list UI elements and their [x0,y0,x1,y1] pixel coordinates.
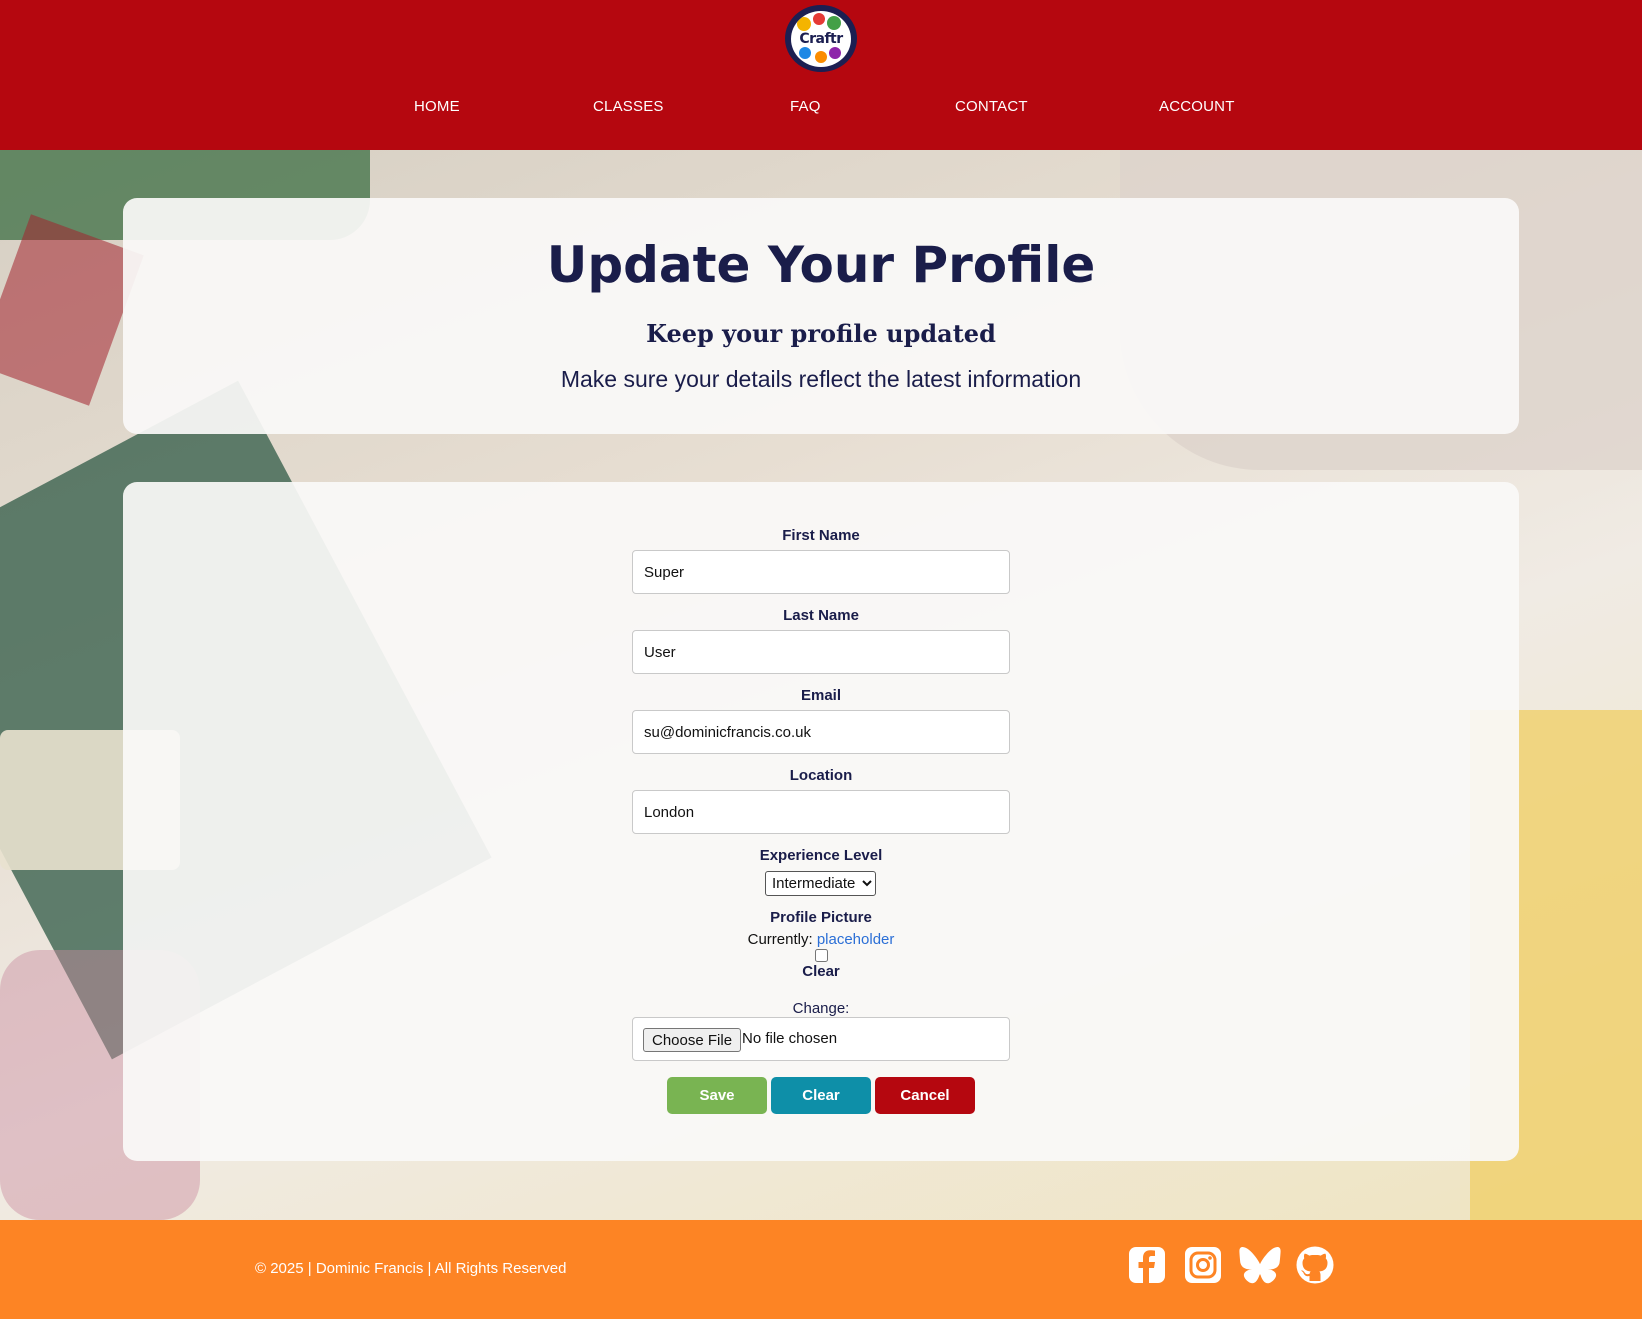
experience-level-label: Experience Level [759,847,883,864]
logo-badge: Craftr [791,10,851,67]
email-input[interactable] [632,710,1010,754]
nav-home[interactable]: HOME [414,98,460,115]
file-status: No file chosen [742,1030,838,1047]
logo-text: Craftr [799,30,843,47]
nav-contact[interactable]: CONTACT [955,98,1028,115]
last-name-label: Last Name [783,607,859,624]
email-label: Email [800,687,842,704]
page-subtitle: Keep your profile updated [646,319,996,348]
page-description: Make sure your details reflect the lates… [560,366,1082,392]
currently-label: Currently: [747,931,813,948]
first-name-input[interactable] [632,550,1010,594]
clear-button[interactable]: Clear [771,1077,871,1114]
experience-level-select[interactable]: Intermediate [765,871,876,896]
file-input: Choose File No file chosen [632,1017,1010,1061]
profile-form: First Name Last Name Email Location Expe… [123,482,1519,1161]
facebook-icon[interactable] [1128,1246,1166,1284]
main-nav: HOME CLASSES FAQ CONTACT ACCOUNT [0,98,1642,120]
page-title: Update Your Profile [546,236,1096,294]
github-icon[interactable] [1296,1246,1334,1284]
current-picture-link[interactable]: placeholder [817,931,895,948]
nav-classes[interactable]: CLASSES [593,98,664,115]
clear-picture-checkbox[interactable] [815,949,828,962]
profile-picture-label: Profile Picture [770,909,872,926]
bluesky-icon[interactable] [1239,1246,1281,1284]
nav-faq[interactable]: FAQ [790,98,821,115]
site-header: Craftr HOME CLASSES FAQ CONTACT ACCOUNT [0,0,1642,150]
copyright-text: © 2025 | Dominic Francis | All Rights Re… [255,1260,567,1277]
current-picture-row: Currently: placeholder [123,931,1519,948]
save-button[interactable]: Save [667,1077,767,1114]
craftr-logo[interactable]: Craftr [785,5,857,72]
location-input[interactable] [632,790,1010,834]
cancel-button[interactable]: Cancel [875,1077,975,1114]
change-picture-label: Change: [792,1000,850,1017]
nav-account[interactable]: ACCOUNT [1159,98,1235,115]
intro-panel: Update Your Profile Keep your profile up… [123,198,1519,434]
instagram-icon[interactable] [1184,1246,1222,1284]
clear-picture-label: Clear [802,963,840,980]
site-footer: © 2025 | Dominic Francis | All Rights Re… [0,1220,1642,1319]
first-name-label: First Name [782,527,860,544]
choose-file-button[interactable]: Choose File [643,1028,742,1052]
location-label: Location [789,767,853,784]
last-name-input[interactable] [632,630,1010,674]
